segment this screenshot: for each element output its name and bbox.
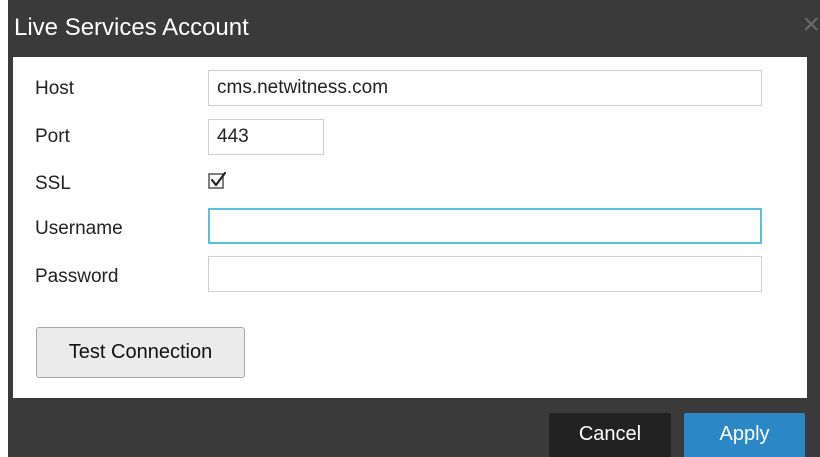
host-label: Host — [35, 78, 75, 99]
port-field[interactable]: 443 — [208, 119, 324, 155]
ssl-label: SSL — [35, 173, 71, 194]
cancel-button[interactable]: Cancel — [549, 413, 671, 457]
test-connection-button[interactable]: Test Connection — [36, 327, 245, 378]
live-services-account-dialog: Live Services Account × Host cms.netwitn… — [0, 0, 820, 457]
password-field[interactable] — [208, 256, 762, 292]
apply-button[interactable]: Apply — [684, 413, 805, 457]
dialog-left-edge — [0, 0, 8, 457]
checkmark-icon — [208, 171, 227, 189]
port-label: Port — [35, 126, 70, 147]
username-label: Username — [35, 218, 123, 239]
close-icon[interactable]: × — [798, 10, 820, 40]
account-form-panel: Host cms.netwitness.com Port 443 SSL Use… — [13, 57, 807, 398]
password-label: Password — [35, 266, 119, 287]
username-field[interactable] — [208, 208, 762, 244]
dialog-footer: Cancel Apply — [8, 398, 820, 457]
ssl-checkbox[interactable] — [207, 170, 229, 192]
host-field[interactable]: cms.netwitness.com — [208, 70, 762, 106]
dialog-titlebar: Live Services Account × — [8, 0, 820, 57]
dialog-title: Live Services Account — [14, 14, 249, 41]
